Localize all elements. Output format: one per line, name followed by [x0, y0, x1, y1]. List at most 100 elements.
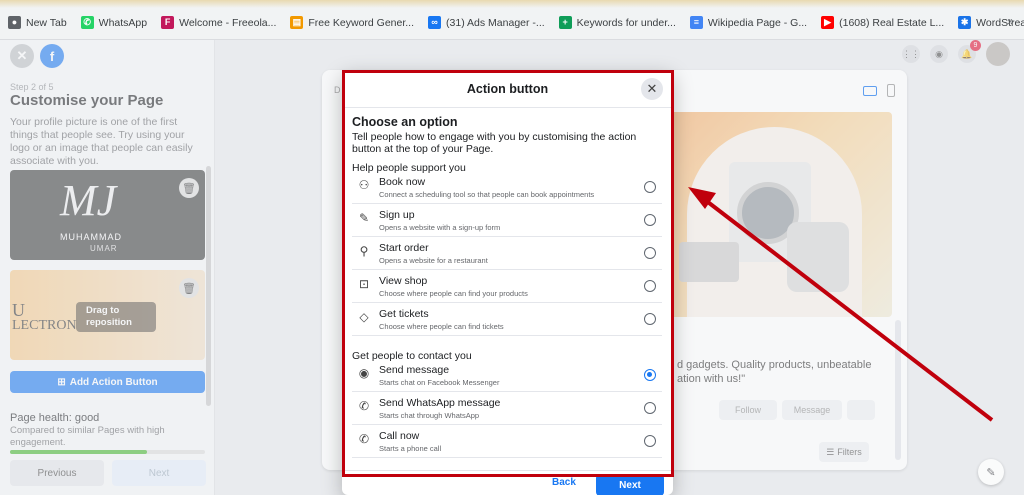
option-label: Send WhatsApp message — [379, 397, 501, 409]
cover-photo-preview[interactable]: U LECTRON Drag to reposition 🗑 — [10, 270, 205, 360]
add-action-icon: ⊞ — [57, 376, 66, 388]
messenger-icon[interactable]: ◉ — [930, 45, 948, 63]
keyword-icon: ▤ — [290, 16, 304, 29]
docs-icon: ≡ — [689, 16, 703, 29]
option-label: Sign up — [379, 209, 415, 221]
preview-tab[interactable]: D — [334, 85, 341, 95]
bookmark-label: WhatsApp — [98, 16, 148, 29]
option-radio[interactable] — [644, 313, 656, 325]
preview-follow-button[interactable]: Follow — [719, 400, 777, 420]
filters-icon: ☰ — [826, 446, 835, 457]
notifications-badge: 9 — [970, 40, 981, 51]
ticket-icon: ◇ — [359, 310, 369, 324]
bookmark-label: (1608) Real Estate L... — [839, 16, 945, 29]
bookmark-item[interactable]: ▶ (1608) Real Estate L... — [821, 16, 944, 29]
option-radio[interactable] — [644, 402, 656, 414]
close-icon: ✕ — [646, 81, 658, 96]
youtube-icon: ▶ — [821, 16, 835, 29]
step-indicator: Step 2 of 5 — [10, 82, 54, 92]
cover-pot — [787, 222, 849, 292]
add-action-label: Add Action Button — [69, 376, 158, 388]
option-view-shop[interactable]: ⊡ View shop Choose where people can find y… — [352, 270, 662, 303]
desktop-view-icon[interactable] — [863, 86, 877, 96]
sidebar-top-icons: ✕ f — [10, 44, 64, 68]
sidebar-description: Your profile picture is one of the first… — [10, 116, 193, 167]
avatar[interactable] — [986, 42, 1010, 66]
option-send-whatsapp-message[interactable]: ✆ Send WhatsApp message Starts chat throug… — [352, 392, 662, 425]
dialog-header: Action button ✕ — [342, 70, 673, 108]
option-subtitle: Opens a website with a sign-up form — [379, 223, 501, 232]
bookmarks-list: ● New Tab ✆ WhatsApp F Welcome - Freeola... ▤ F… — [8, 13, 1024, 29]
option-radio[interactable] — [644, 181, 656, 193]
wordstream-icon: ✱ — [958, 16, 972, 29]
sidebar-scrollbar[interactable] — [206, 166, 211, 406]
delete-cover-icon[interactable]: 🗑 — [179, 278, 199, 298]
bookmark-item[interactable]: ▤ Free Keyword Gener... — [290, 16, 414, 29]
bookmark-label: Welcome - Freeola... — [179, 16, 277, 29]
profile-picture-preview[interactable]: MJ MUHAMMAD UMAR 🗑 — [10, 170, 205, 260]
calendar-person-icon: ⚇ — [358, 178, 370, 192]
option-get-tickets[interactable]: ◇ Get tickets Choose where people can find… — [352, 303, 662, 336]
preview-more-button[interactable] — [847, 400, 875, 420]
filters-label: Filters — [837, 447, 862, 457]
apps-grid-icon[interactable]: ⋮⋮ — [902, 45, 920, 63]
whatsapp-icon: ✆ — [80, 16, 94, 29]
delete-profile-icon[interactable]: 🗑 — [179, 178, 199, 198]
option-radio[interactable] — [644, 435, 656, 447]
bookmark-item[interactable]: ≡ Wikipedia Page - G... — [689, 16, 807, 29]
mobile-view-icon[interactable] — [887, 84, 895, 97]
page-health-fill — [10, 450, 147, 454]
bookmarks-more-button[interactable]: » — [1007, 14, 1014, 28]
option-send-message[interactable]: ◉ Send message Starts chat on Facebook Mes… — [352, 359, 662, 392]
option-start-order[interactable]: ⚲ Start order Opens a website for a restau… — [352, 237, 662, 270]
profile-name: MUHAMMAD — [60, 232, 122, 242]
preview-scrollbar[interactable] — [895, 320, 901, 460]
pencil-icon: ✎ — [358, 211, 370, 225]
bookmark-label: WordStream | Free... — [976, 16, 1024, 29]
choose-option-description: Tell people how to engage with you by cu… — [352, 131, 637, 155]
profile-monogram: MJ — [60, 176, 117, 225]
filters-button[interactable]: ☰ Filters — [819, 442, 869, 462]
compose-edit-icon[interactable]: ✎ — [978, 459, 1004, 485]
facebook-logo-icon[interactable]: f — [40, 44, 64, 68]
dialog-title: Action button — [466, 81, 549, 96]
bookmark-label: (31) Ads Manager -... — [446, 16, 545, 29]
sidebar-title: Customise your Page — [10, 92, 164, 109]
next-button[interactable]: Next — [596, 474, 664, 495]
close-icon[interactable]: ✕ — [10, 44, 34, 68]
bookmark-item[interactable]: + Keywords for under... — [558, 16, 676, 29]
shop-icon: ⊡ — [358, 277, 370, 291]
option-radio[interactable] — [644, 280, 656, 292]
bookmark-item[interactable]: F Welcome - Freeola... — [161, 16, 276, 29]
sidebar-next-button[interactable]: Next — [112, 460, 206, 486]
cover-microwave — [679, 242, 739, 282]
option-label: Send message — [379, 364, 450, 376]
previous-button[interactable]: Previous — [10, 460, 104, 486]
option-subtitle: Choose where people can find tickets — [379, 322, 504, 331]
bookmark-item[interactable]: ✆ WhatsApp — [80, 16, 148, 29]
add-action-button[interactable]: ⊞ Add Action Button — [10, 371, 205, 393]
option-sign-up[interactable]: ✎ Sign up Opens a website with a sign-up f… — [352, 204, 662, 237]
bookmark-item[interactable]: ● New Tab — [8, 16, 67, 29]
close-dialog-button[interactable]: ✕ — [641, 78, 663, 100]
back-button[interactable]: Back — [552, 477, 576, 488]
preview-bio-text: d gadgets. Quality products, unbeatable … — [677, 359, 872, 385]
option-radio[interactable] — [644, 214, 656, 226]
bookmark-item[interactable]: ∞ (31) Ads Manager -... — [428, 16, 545, 29]
phone-icon: ✆ — [358, 432, 370, 446]
setup-sidebar: ✕ f Step 2 of 5 Customise your Page Your… — [0, 40, 215, 495]
bookmark-item[interactable]: ✱ WordStream | Free... — [958, 16, 1024, 29]
option-radio[interactable] — [644, 369, 656, 381]
action-button-dialog: Action button ✕ Choose an option Tell pe… — [342, 70, 673, 495]
option-radio[interactable] — [644, 247, 656, 259]
preview-message-button[interactable]: Message — [782, 400, 842, 420]
topbar-accent — [0, 0, 1024, 8]
option-subtitle: Starts chat through WhatsApp — [379, 411, 480, 420]
notifications-bell-icon[interactable]: 🔔 9 — [958, 40, 981, 63]
option-book-now[interactable]: ⚇ Book now Connect a scheduling tool so th… — [352, 171, 662, 204]
drag-reposition-label[interactable]: Drag to reposition — [76, 302, 156, 332]
bookmark-label: Keywords for under... — [576, 16, 676, 29]
option-subtitle: Starts a phone call — [379, 444, 442, 453]
option-call-now[interactable]: ✆ Call now Starts a phone call — [352, 425, 662, 458]
freeola-icon: F — [161, 16, 175, 29]
